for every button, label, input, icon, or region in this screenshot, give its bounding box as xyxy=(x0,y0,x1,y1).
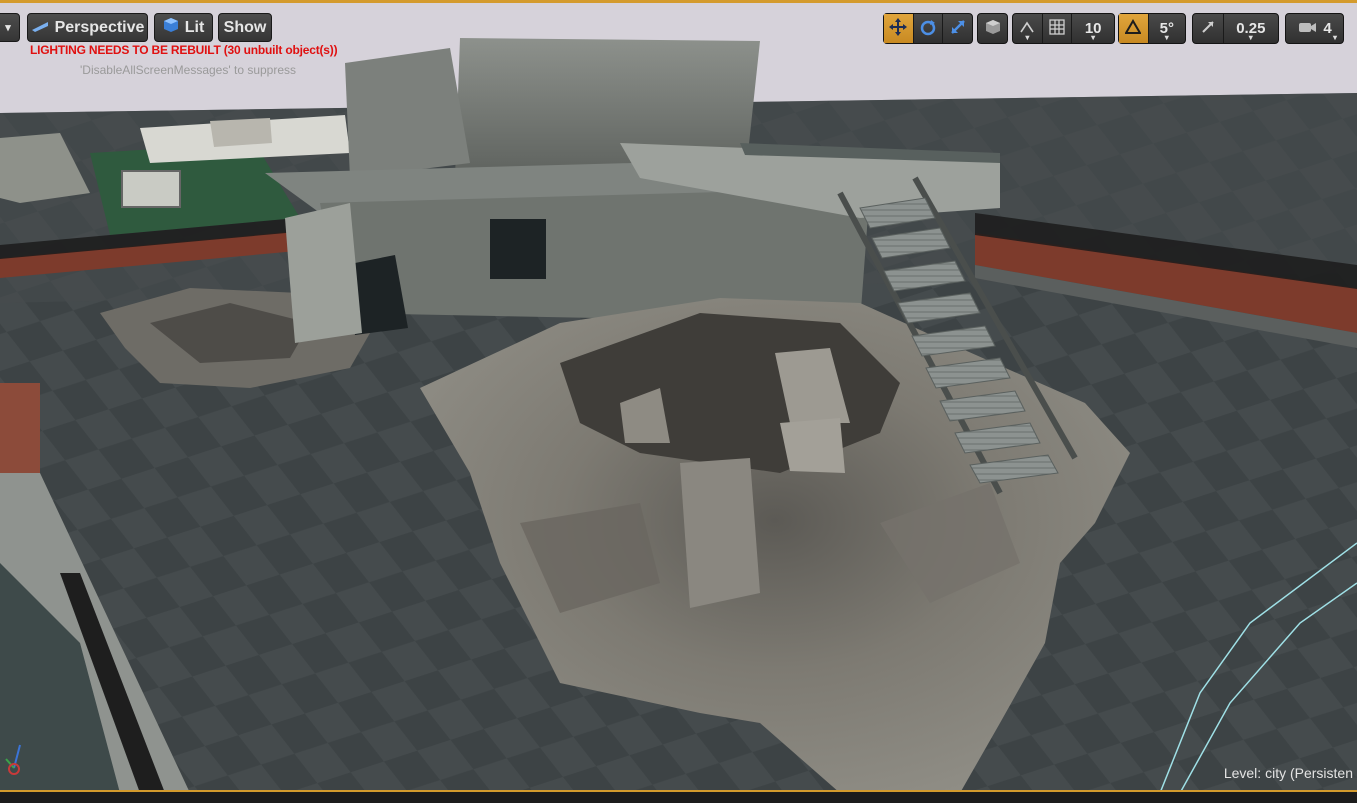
show-label: Show xyxy=(223,18,267,36)
rotate-icon xyxy=(919,18,937,40)
grid-snap-toggle[interactable] xyxy=(1043,14,1073,43)
grid-snap-value[interactable]: 10 ▾ xyxy=(1072,14,1114,43)
coordinate-space-button[interactable] xyxy=(978,14,1007,43)
rotate-mode-button[interactable] xyxy=(914,14,944,43)
lit-label: Lit xyxy=(184,18,205,36)
grid-snap-group: ▾ 10 ▾ xyxy=(1012,13,1115,44)
scale-mode-button[interactable] xyxy=(943,14,972,43)
level-viewport[interactable]: ▾ Perspective Lit Show ▾ 10 ▾ 5° ▾ 0.25 … xyxy=(0,0,1357,790)
level-name: city (Persisten xyxy=(1265,765,1353,781)
scale-snap-group: 0.25 ▾ xyxy=(1192,13,1279,44)
lit-cube-icon xyxy=(163,17,179,38)
camera-speed-icon xyxy=(1297,20,1317,38)
perspective-icon xyxy=(31,19,49,37)
scale-snap-value[interactable]: 0.25 ▾ xyxy=(1224,14,1278,43)
camera-speed-button[interactable]: 4 ▾ xyxy=(1285,13,1344,44)
perspective-view-button[interactable]: Perspective xyxy=(27,13,148,42)
scale-snap-toggle[interactable] xyxy=(1193,14,1224,43)
camera-speed-value-text: 4 xyxy=(1323,20,1332,37)
scale-icon xyxy=(949,18,967,40)
lighting-rebuild-warning: LIGHTING NEEDS TO BE REBUILT (30 unbuilt… xyxy=(30,43,338,57)
viewport-bottom-border xyxy=(0,790,1357,803)
coordinate-space-toggle[interactable] xyxy=(977,13,1008,44)
perspective-label: Perspective xyxy=(54,18,145,36)
level-label: Level: xyxy=(1223,765,1262,781)
coordinate-space-icon xyxy=(985,19,1001,39)
suppress-messages-hint: 'DisableAllScreenMessages' to suppress xyxy=(80,63,297,77)
dropdown-arrow-icon: ▾ xyxy=(5,22,11,34)
rotation-snap-group: 5° ▾ xyxy=(1118,13,1186,44)
rotation-snap-toggle[interactable] xyxy=(1119,14,1149,43)
show-flags-button[interactable]: Show xyxy=(218,13,272,42)
scene-render xyxy=(0,3,1357,790)
rotation-snap-icon xyxy=(1124,18,1143,39)
rotation-snap-value[interactable]: 5° ▾ xyxy=(1149,14,1185,43)
transform-mode-group xyxy=(883,13,973,44)
surface-snap-button[interactable]: ▾ xyxy=(1013,14,1043,43)
current-level-indicator: Level: city (Persisten xyxy=(1224,765,1353,781)
translate-mode-button[interactable] xyxy=(884,14,914,43)
camera-speed-cell: 4 ▾ xyxy=(1286,14,1343,43)
view-mode-lit-button[interactable]: Lit xyxy=(154,13,213,42)
viewport-options-menu-button[interactable]: ▾ xyxy=(0,13,20,42)
grid-icon xyxy=(1049,18,1065,39)
scale-snap-icon xyxy=(1200,19,1216,39)
translate-icon xyxy=(889,17,908,40)
